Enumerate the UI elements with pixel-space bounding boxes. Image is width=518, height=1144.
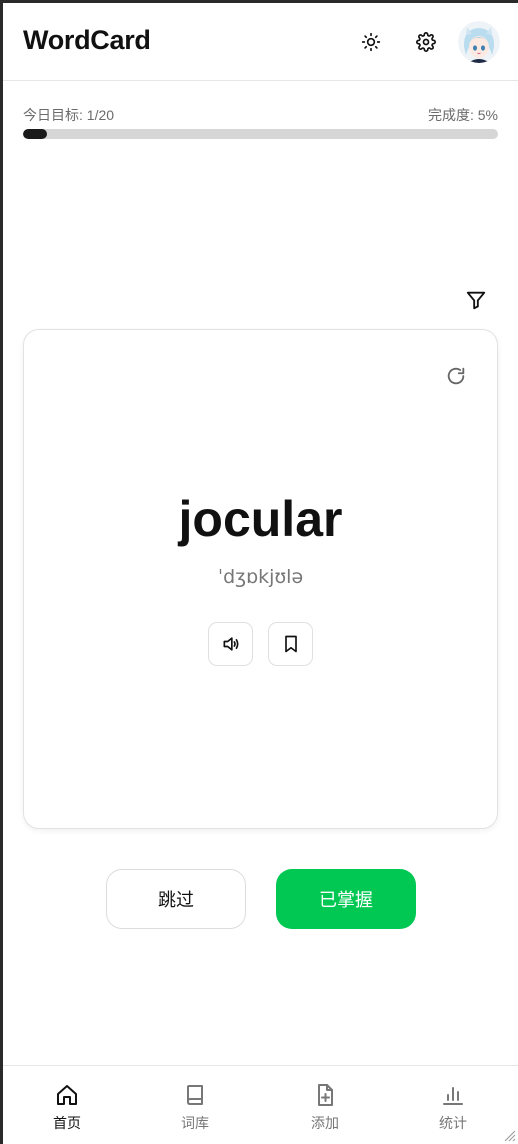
daily-progress: 今日目标: 1/20 完成度: 5%: [23, 105, 498, 125]
gear-icon: [416, 32, 436, 52]
flip-card-button[interactable]: [442, 362, 470, 390]
nav-item-label: 首页: [53, 1115, 81, 1131]
nav-item-label: 词库: [181, 1115, 209, 1131]
book-icon: [187, 1085, 203, 1105]
word-text: jocular: [178, 491, 343, 547]
mastered-button[interactable]: 已掌握: [276, 869, 416, 929]
completion-label: 完成度: 5%: [427, 107, 498, 123]
bookmark-button[interactable]: [268, 622, 313, 666]
progress-bar: [23, 129, 498, 139]
top-bar: WordCard: [3, 3, 518, 81]
sun-icon: [361, 32, 381, 52]
settings-button[interactable]: [411, 27, 441, 57]
bar-chart-icon: [443, 1087, 463, 1105]
daily-goal-label: 今日目标: 1/20: [23, 107, 115, 123]
progress-bar-fill: [23, 129, 47, 139]
filter-button[interactable]: [463, 287, 489, 313]
nav-item-label: 统计: [439, 1115, 467, 1131]
bottom-nav: 首页 词库 添加 统计: [3, 1065, 518, 1144]
speaker-icon: [223, 637, 238, 651]
pronounce-button[interactable]: [208, 622, 253, 666]
home-icon: [57, 1085, 77, 1105]
nav-item-label: 添加: [311, 1115, 339, 1131]
resize-grip-icon[interactable]: [502, 1128, 516, 1142]
file-plus-icon: [318, 1084, 333, 1106]
skip-button[interactable]: 跳过: [106, 869, 246, 929]
filter-icon: [466, 291, 486, 310]
app-window: WordCard 今日目标: 1/20 完成度: 5% jocular ˈdʒɒ…: [3, 3, 518, 1144]
user-avatar[interactable]: [458, 21, 500, 63]
bookmark-icon: [284, 635, 297, 653]
app-title: WordCard: [23, 25, 151, 55]
phonetic-text: ˈdʒɒkjʊlə: [217, 566, 304, 588]
nav-item-add[interactable]: 添加: [261, 1066, 389, 1144]
nav-item-home[interactable]: 首页: [3, 1066, 131, 1144]
refresh-icon: [447, 367, 465, 385]
nav-item-stats[interactable]: 统计: [389, 1066, 517, 1144]
theme-toggle-button[interactable]: [356, 27, 386, 57]
word-card[interactable]: jocular ˈdʒɒkjʊlə: [23, 329, 498, 829]
nav-item-library[interactable]: 词库: [131, 1066, 259, 1144]
